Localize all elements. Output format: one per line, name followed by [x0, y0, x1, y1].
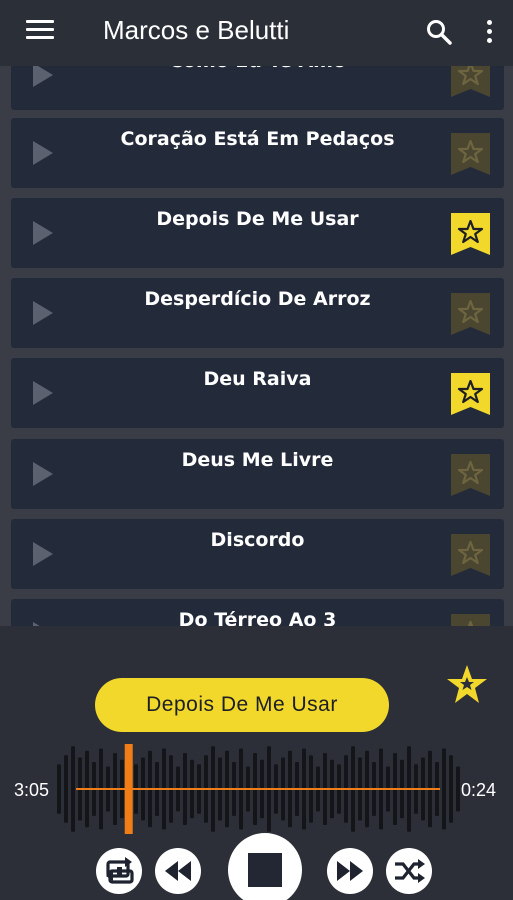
- play-icon[interactable]: [33, 221, 53, 245]
- app-title: Marcos e Belutti: [103, 15, 290, 45]
- search-icon[interactable]: [426, 19, 452, 45]
- repeat-icon[interactable]: [95, 847, 143, 899]
- song-title: Desperdício De Arroz: [144, 288, 371, 310]
- song-list: Como Eu Te AmoCoração Está Em PedaçosDep…: [0, 0, 513, 628]
- favorite-icon[interactable]: [449, 211, 492, 257]
- player-panel: Depois De Me Usar 3:05 0:24: [0, 626, 513, 900]
- song-title: Depois De Me Usar: [156, 208, 359, 230]
- shuffle-icon[interactable]: [385, 847, 433, 899]
- song-list-item[interactable]: Deu Raiva: [11, 358, 504, 428]
- waveform-bar: [456, 766, 460, 812]
- now-playing-button[interactable]: Depois De Me Usar: [95, 678, 389, 732]
- waveform-bar: [442, 748, 446, 830]
- song-list-item[interactable]: Deus Me Livre: [11, 439, 504, 509]
- song-title: Deus Me Livre: [181, 449, 334, 471]
- waveform-bar: [71, 746, 75, 832]
- song-list-item[interactable]: Discordo: [11, 519, 504, 589]
- play-icon[interactable]: [33, 542, 53, 566]
- rewind-icon[interactable]: [154, 847, 202, 899]
- favorite-icon[interactable]: [449, 291, 492, 337]
- song-title: Deu Raiva: [203, 368, 312, 390]
- song-title: Discordo: [210, 529, 305, 551]
- waveform-bar: [449, 755, 453, 823]
- fast-forward-icon[interactable]: [326, 847, 374, 899]
- favorite-icon[interactable]: [449, 532, 492, 578]
- waveform-bar: [57, 764, 61, 814]
- remaining-time: 0:24: [461, 780, 497, 800]
- waveform-bar: [64, 755, 68, 823]
- waveform-seekbar[interactable]: [56, 744, 460, 834]
- song-list-item[interactable]: Depois De Me Usar: [11, 198, 504, 268]
- favorite-star-icon[interactable]: [445, 663, 489, 705]
- favorite-icon[interactable]: [449, 131, 492, 177]
- menu-icon[interactable]: [26, 20, 54, 42]
- favorite-icon[interactable]: [449, 452, 492, 498]
- song-list-item[interactable]: Desperdício De Arroz: [11, 278, 504, 348]
- play-icon[interactable]: [33, 462, 53, 486]
- app-bar: Marcos e Belutti: [0, 0, 513, 66]
- stop-icon[interactable]: [227, 832, 303, 900]
- song-list-item[interactable]: Coração Está Em Pedaços: [11, 118, 504, 188]
- seek-thumb[interactable]: [124, 744, 133, 834]
- elapsed-time: 3:05: [14, 780, 50, 800]
- favorite-icon[interactable]: [449, 371, 492, 417]
- more-vertical-icon[interactable]: [484, 20, 494, 44]
- play-icon[interactable]: [33, 381, 53, 405]
- song-list-item[interactable]: Do Térreo Ao 3: [11, 599, 504, 628]
- play-icon[interactable]: [33, 301, 53, 325]
- play-icon[interactable]: [33, 141, 53, 165]
- play-icon[interactable]: [33, 63, 53, 87]
- song-title: Coração Está Em Pedaços: [120, 128, 395, 150]
